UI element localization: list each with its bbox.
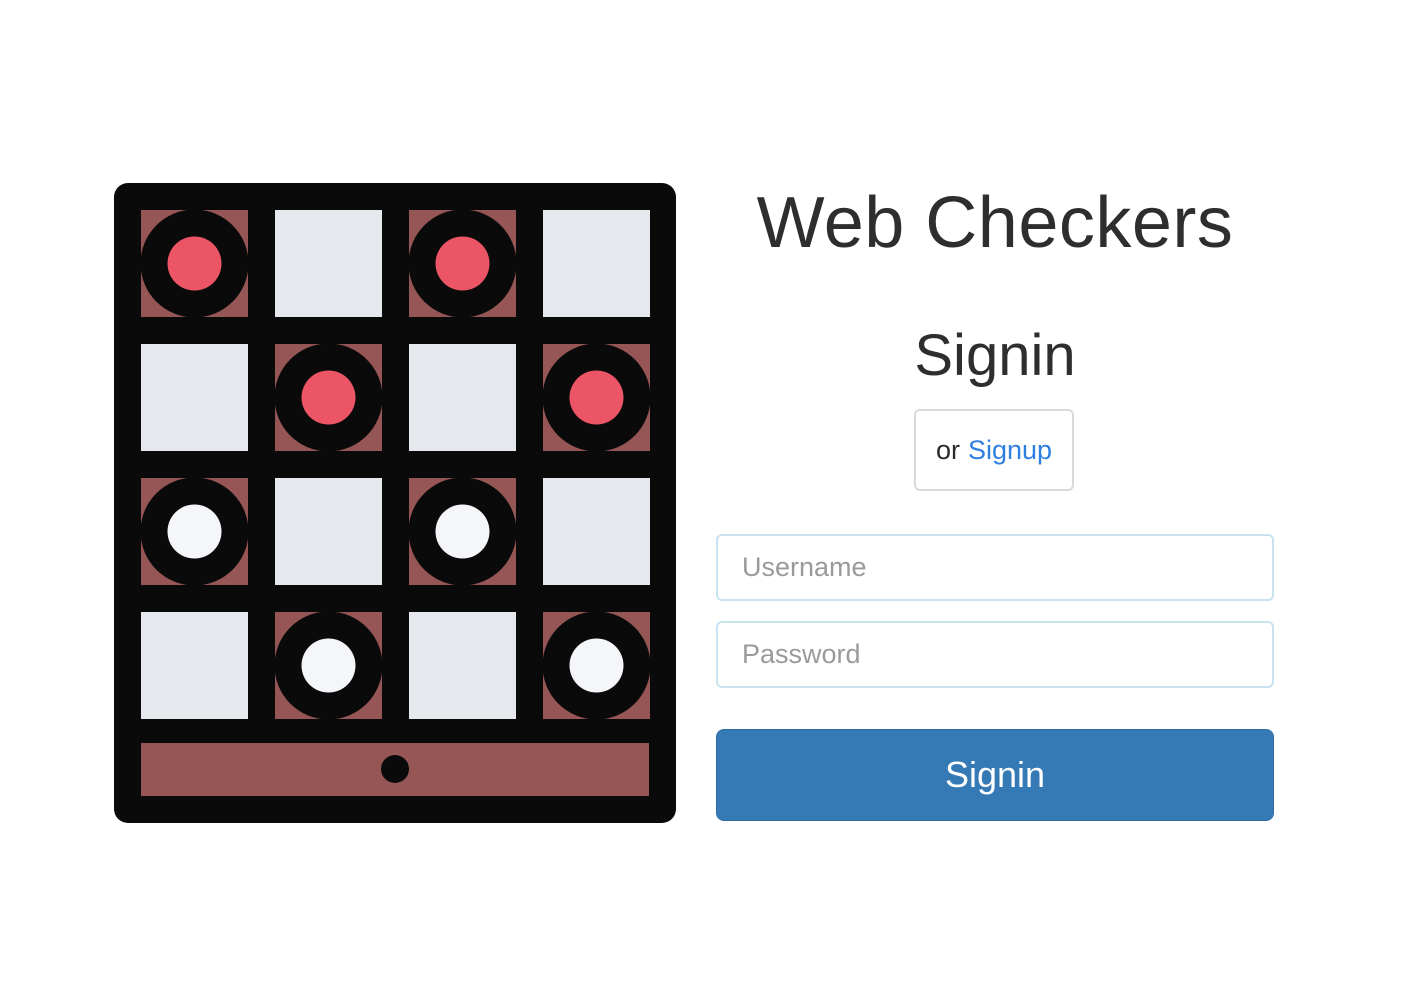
signin-page: Web Checkers Signin or Signup Signin	[0, 0, 1406, 986]
username-input[interactable]	[716, 534, 1274, 601]
white-checker-center	[301, 638, 356, 693]
white-checker-center	[435, 504, 490, 559]
signin-heading: Signin	[914, 323, 1076, 388]
red-checker-center	[569, 370, 624, 425]
signup-prefix: or	[935, 434, 960, 465]
signin-button[interactable]: Signin	[716, 729, 1274, 821]
light-square	[275, 210, 382, 317]
light-square	[543, 478, 650, 585]
light-square	[275, 478, 382, 585]
light-square	[543, 210, 650, 317]
signup-prompt: or Signup	[914, 409, 1074, 491]
signup-link[interactable]: Signup	[968, 435, 1052, 466]
red-checker-center	[167, 236, 222, 291]
red-checker-center	[301, 370, 356, 425]
light-square	[409, 612, 516, 719]
tray-dot-icon	[381, 755, 409, 783]
light-square	[141, 344, 248, 451]
checkers-board-icon	[114, 183, 676, 823]
checkers-board-graphic	[114, 183, 676, 823]
light-square	[409, 344, 516, 451]
white-checker-center	[167, 504, 222, 559]
white-checker-center	[569, 638, 624, 693]
password-input[interactable]	[716, 621, 1274, 688]
red-checker-center	[435, 236, 490, 291]
light-square	[141, 612, 248, 719]
app-title: Web Checkers	[756, 183, 1234, 263]
